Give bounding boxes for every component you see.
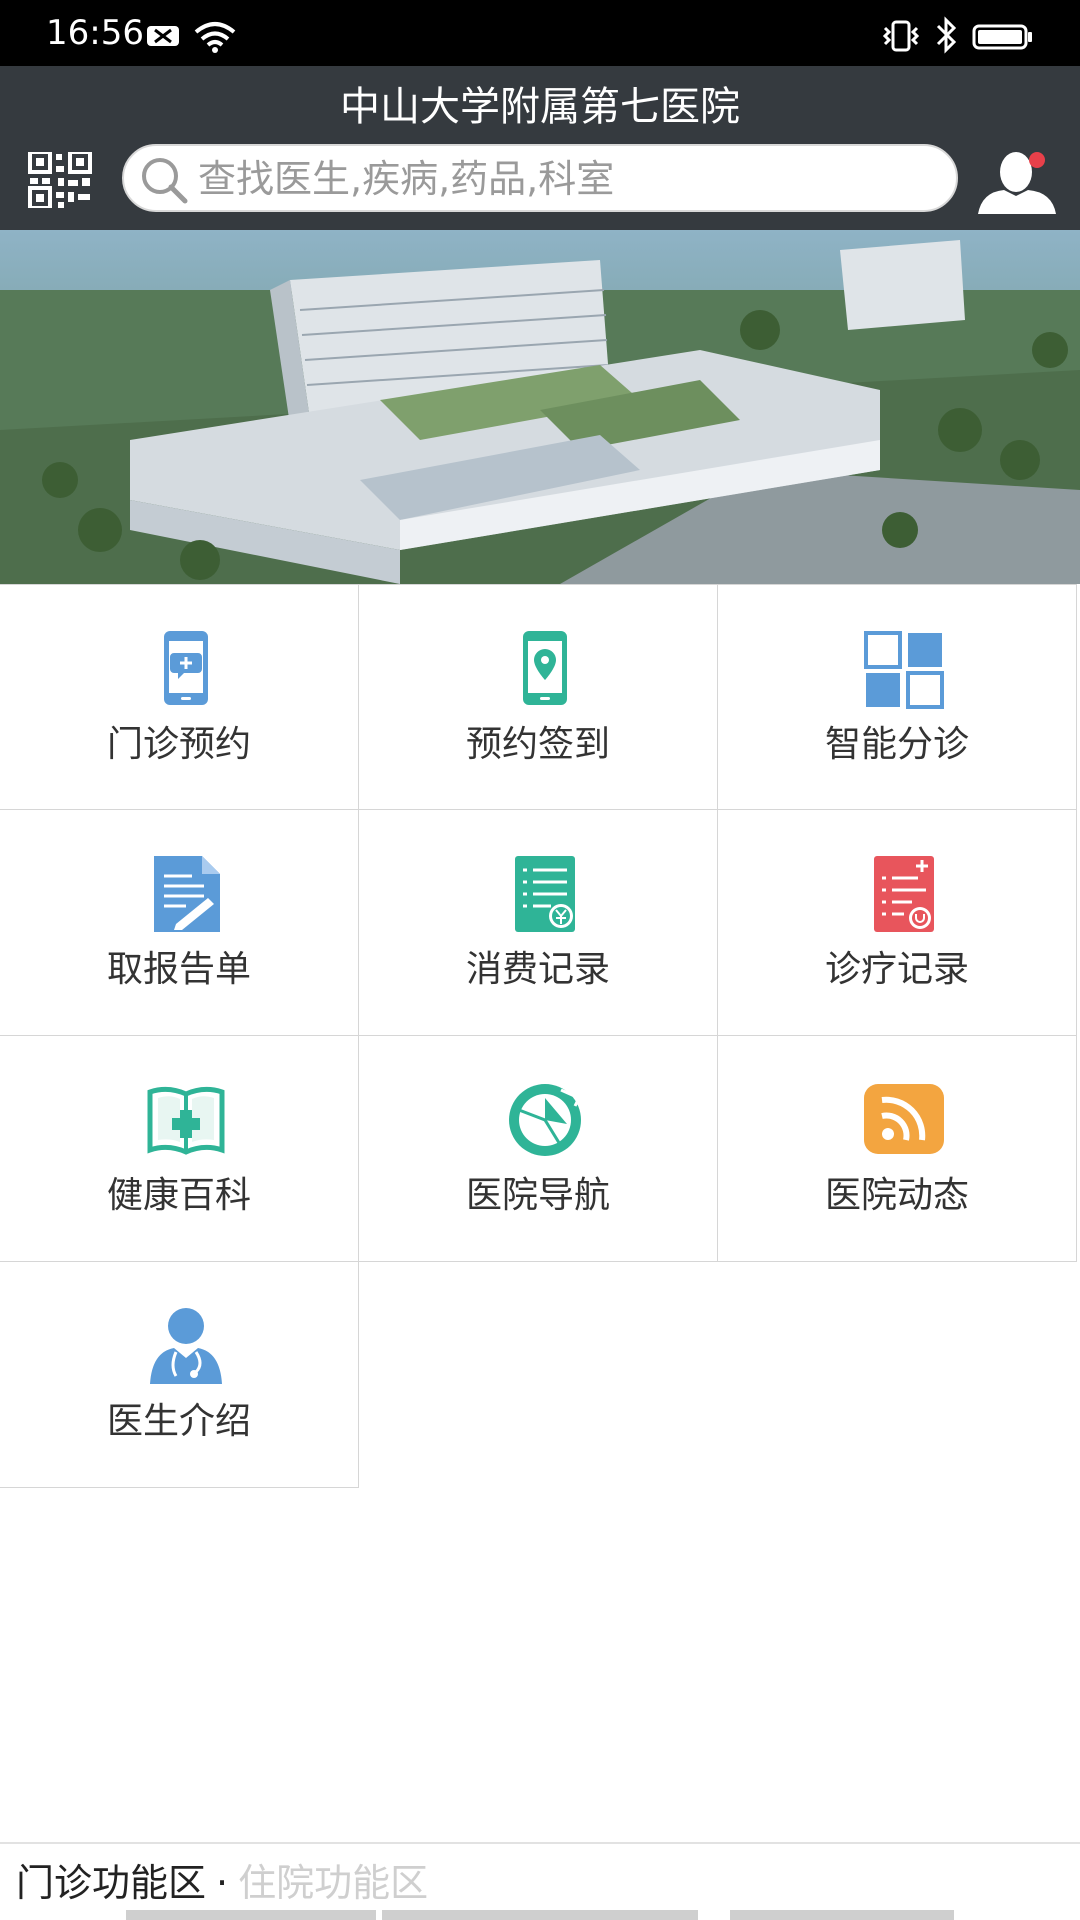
app-title: 中山大学附属第七医院 — [340, 84, 740, 130]
health-book-icon — [147, 1086, 225, 1155]
phone-location-icon — [523, 631, 567, 705]
bottom-tab-bar: 门诊功能区 · 住院功能区 — [16, 1858, 428, 1908]
menu-item-label: 诊疗记录 — [824, 949, 969, 990]
hospital-banner[interactable] — [0, 230, 1080, 584]
menu-item-appointment-checkin[interactable]: 预约签到 — [359, 584, 718, 810]
menu-item-get-report[interactable]: 取报告单 — [0, 810, 359, 1036]
report-document-icon — [154, 856, 220, 932]
grid-squares-icon — [864, 631, 944, 709]
menu-item-hospital-news[interactable]: 医院动态 — [718, 1036, 1077, 1262]
status-time: 16:56 — [46, 13, 144, 53]
phone-chat-icon — [164, 631, 208, 705]
rss-feed-icon — [864, 1084, 944, 1154]
menu-item-label: 门诊预约 — [106, 724, 251, 765]
doctor-icon — [150, 1308, 222, 1384]
menu-item-smart-triage[interactable]: 智能分诊 — [718, 584, 1077, 810]
menu-item-label: 健康百科 — [106, 1175, 251, 1216]
notification-icon — [147, 26, 179, 46]
menu-item-doctor-introduction[interactable]: 医生介绍 — [0, 1262, 359, 1488]
search-placeholder: 查找医生,疾病,药品,科室 — [198, 157, 615, 201]
vibrate-icon — [882, 20, 920, 52]
tab-outpatient-functions[interactable]: 门诊功能区 — [16, 1861, 206, 1905]
page-indicator-segment — [382, 1910, 698, 1920]
compass-icon — [509, 1084, 582, 1156]
bottom-divider — [0, 1842, 1080, 1844]
app-header: 中山大学附属第七医院 查找医生,疾病,药品,科室 — [0, 66, 1080, 230]
notification-badge — [1029, 152, 1045, 168]
menu-item-label: 消费记录 — [465, 949, 610, 990]
page-indicator-segment — [126, 1910, 376, 1920]
expense-list-icon — [515, 856, 575, 932]
medical-record-icon — [874, 856, 934, 932]
menu-item-label: 医院动态 — [824, 1175, 969, 1216]
battery-icon — [972, 24, 1032, 50]
menu-item-label: 预约签到 — [465, 724, 610, 765]
bluetooth-icon — [936, 16, 957, 54]
wifi-icon — [194, 22, 236, 53]
menu-item-label: 取报告单 — [106, 949, 251, 990]
menu-item-hospital-navigation[interactable]: 医院导航 — [359, 1036, 718, 1262]
menu-item-label: 智能分诊 — [824, 724, 969, 765]
tab-separator: · — [216, 1861, 229, 1905]
tab-inpatient-functions[interactable]: 住院功能区 — [238, 1861, 428, 1905]
menu-item-medical-records[interactable]: 诊疗记录 — [718, 810, 1077, 1036]
qr-code-icon[interactable] — [28, 152, 92, 208]
status-bar: 16:56 — [0, 0, 1080, 66]
menu-item-expense-records[interactable]: 消费记录 — [359, 810, 718, 1036]
search-input[interactable]: 查找医生,疾病,药品,科室 — [122, 144, 958, 212]
page-indicator-segment — [730, 1910, 954, 1920]
menu-item-label: 医院导航 — [465, 1175, 610, 1216]
user-profile-icon[interactable] — [974, 146, 1064, 216]
menu-item-outpatient-appointment[interactable]: 门诊预约 — [0, 584, 359, 810]
menu-item-label: 医生介绍 — [106, 1401, 251, 1442]
search-icon — [142, 158, 188, 204]
menu-item-health-encyclopedia[interactable]: 健康百科 — [0, 1036, 359, 1262]
hospital-building-image — [0, 230, 1080, 584]
